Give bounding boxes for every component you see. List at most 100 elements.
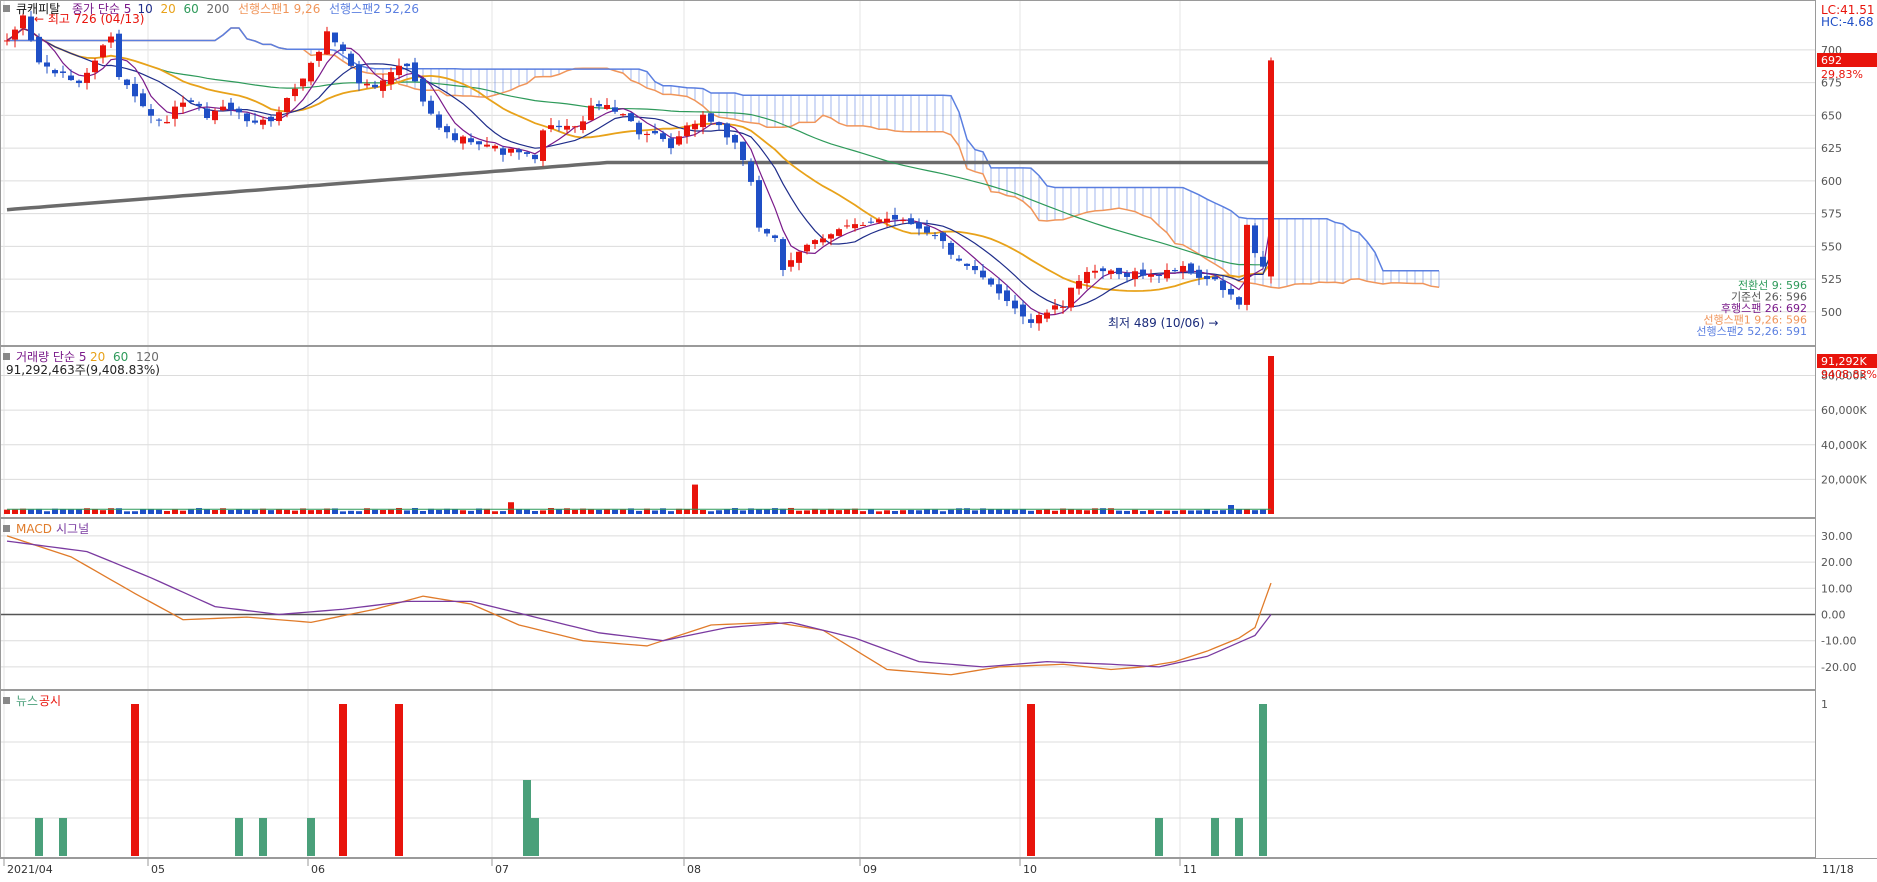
volume-bar [164,510,170,514]
hc-label: HC:-4.68 [1821,15,1874,29]
volume-bar [28,509,34,514]
y-tick-label: 625 [1821,142,1842,155]
candle-body [772,235,778,239]
candle-body [1044,312,1050,319]
candle-body [924,226,930,233]
candle-body [540,130,546,161]
candle-body [628,113,634,122]
volume-bar [228,509,234,514]
candle-body [436,114,442,128]
series-line-ma20 [6,27,1272,292]
chart-canvas[interactable]: 700675650625600575550525500← 최고 726 (04/… [0,0,1877,878]
candle-body [980,270,986,278]
volume-bar [700,509,706,514]
macd-legend-item: MACD [16,522,52,536]
volume-bar [868,509,874,514]
volume-bar [1212,510,1218,514]
candle-body [564,125,570,130]
panel-frame [0,690,1816,858]
volume-bar [588,509,594,514]
candle-body [1068,287,1074,308]
candle-body [748,161,754,182]
y-tick-label: 40,000K [1821,439,1867,452]
volume-bar [44,511,50,514]
candle-body [20,15,26,29]
y-tick-label: 525 [1821,273,1842,286]
candle-body [1004,290,1010,302]
volume-bar [180,510,186,514]
volume-bar [1220,510,1226,514]
y-tick-label: 30.00 [1821,530,1853,543]
y-tick-label: 0.00 [1821,608,1846,621]
candle-body [476,141,482,145]
volume-bar [716,510,722,514]
low-label: 최저 489 (10/06) → [1108,316,1218,330]
stock-name: 큐캐피탈 [16,2,60,16]
news-bar [1155,818,1163,856]
candle-body [1220,280,1226,291]
candle-body [1164,269,1170,279]
candle-body [332,32,338,43]
candle-body [252,120,258,123]
volume-bar [916,510,922,514]
news-legend-item: 공시 [39,694,61,708]
volume-bar [1116,510,1122,514]
volume-bar [156,509,162,514]
volume-bar [140,509,146,514]
candle-body [788,260,794,267]
volume-bar [100,510,106,514]
ichimoku-legend-item: 선행스팬2 52,26: 591 [1696,325,1807,338]
candle-body [44,62,50,67]
volume-bar [1268,356,1274,514]
candle-body [1100,268,1106,272]
x-tick-label: 05 [151,863,165,876]
candle-body [940,232,946,242]
volume-bar [532,510,538,514]
volume-bar [1012,509,1018,514]
candle-body [1260,256,1266,267]
candle-body [756,180,762,228]
candle-body [812,240,818,244]
volume-bar [460,510,466,514]
volume-bar [908,509,914,514]
series-line-macd [6,535,1272,676]
volume-bar [1204,509,1210,514]
candle-body [60,71,66,73]
candle-body [260,119,266,125]
candle-body [1244,224,1250,305]
candle-body [36,36,42,63]
volume-bar [572,509,578,514]
volume-bar [924,509,930,514]
volume-bar [1020,509,1026,514]
panel-marker-icon [3,525,10,532]
candle-body [428,100,434,114]
candle-body [1036,314,1042,324]
candle-body [324,31,330,55]
y-tick-label: 500 [1821,306,1842,319]
candle-body [1012,300,1018,309]
candle-body [684,125,690,136]
volume-bar [4,509,10,514]
news-bar [59,818,67,856]
candle-body [828,234,834,239]
y-tick-label: 600 [1821,175,1842,188]
candle-body [732,134,738,143]
volume-bar [500,511,506,514]
volume-bar [972,510,978,514]
volume-bar [612,509,618,514]
news-bar [35,818,43,856]
volume-bar [68,509,74,514]
price-legend-item: 200 [207,2,230,16]
y-tick-label: -10.00 [1821,635,1856,648]
volume-bar [1260,509,1266,514]
volume-info: 91,292,463주(9,408.83%) [6,363,160,377]
volume-bar [940,511,946,514]
volume-bar [420,511,426,514]
candle-body [668,138,674,149]
candle-body [876,219,882,223]
candle-body [300,78,306,87]
candle-body [220,106,226,111]
candle-body [604,105,610,110]
volume-bar [1148,510,1154,514]
series-line-signal [6,540,1272,668]
